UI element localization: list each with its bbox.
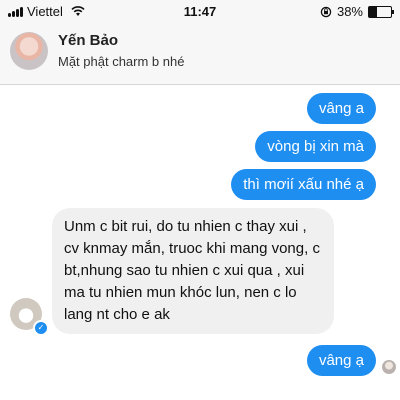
messenger-icon: ✓ xyxy=(33,320,49,336)
status-bar: Viettel 11:47 38% xyxy=(0,0,400,22)
seen-avatar xyxy=(382,360,396,374)
incoming-message[interactable]: Unm c bit rui, do tu nhien c thay xui , … xyxy=(52,208,334,334)
conversation-header[interactable]: Yến Bảo Mặt phật charm b nhé xyxy=(0,22,400,85)
battery-percent: 38% xyxy=(336,4,363,19)
contact-name[interactable]: Yến Bảo xyxy=(58,32,118,49)
chat-area[interactable]: vâng a vòng bị xin mà thì mơií xấu nhé ạ… xyxy=(0,85,400,400)
outgoing-message[interactable]: vâng a xyxy=(306,93,376,124)
battery-icon xyxy=(368,5,394,18)
outgoing-message[interactable]: thì mơií xấu nhé ạ xyxy=(231,169,376,200)
outgoing-message[interactable]: vâng ạ xyxy=(306,345,376,376)
rotation-lock-icon xyxy=(320,6,332,17)
battery-fill xyxy=(369,6,378,17)
contact-status: Mặt phật charm b nhé xyxy=(58,54,185,69)
contact-avatar[interactable] xyxy=(10,32,48,70)
outgoing-message[interactable]: vòng bị xin mà xyxy=(255,131,376,162)
status-right: 38% xyxy=(320,4,394,19)
